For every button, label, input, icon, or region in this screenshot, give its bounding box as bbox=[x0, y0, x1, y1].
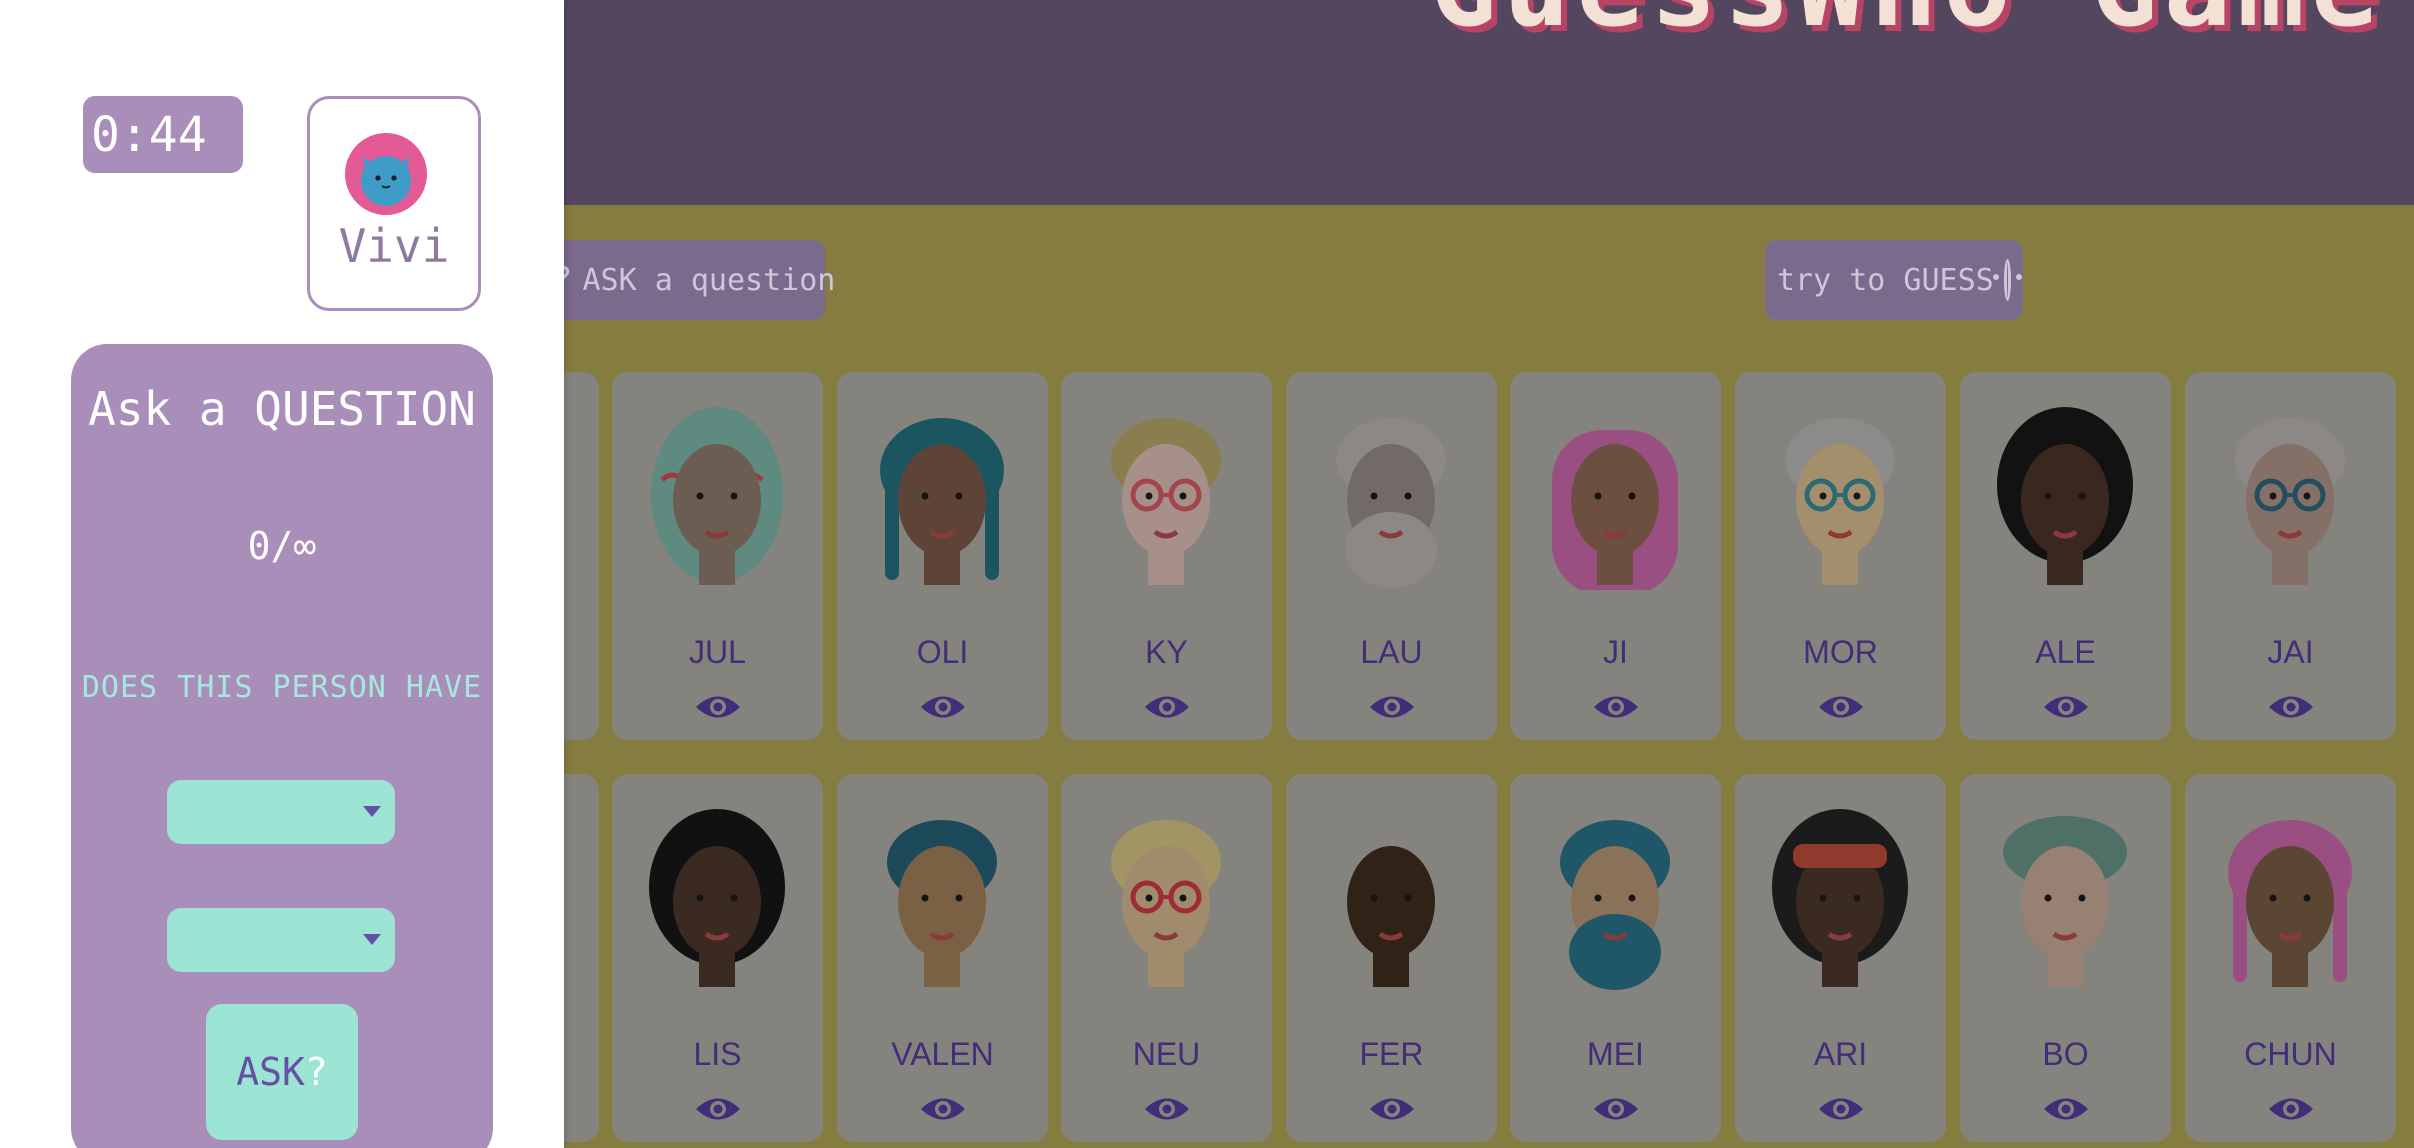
eye-icon bbox=[2268, 1098, 2313, 1120]
character-card[interactable]: CHUN bbox=[2185, 774, 2396, 1142]
question-sidebar: 0:44 Vivi Ask a QUESTION 0/∞ DOES THIS P… bbox=[0, 0, 564, 1148]
character-card[interactable]: LAU bbox=[1286, 372, 1497, 740]
character-portrait bbox=[1772, 809, 1908, 987]
character-portrait bbox=[1111, 820, 1221, 987]
character-portrait bbox=[1785, 418, 1895, 585]
character-name: OLI bbox=[916, 634, 969, 670]
character-name: LAU bbox=[1360, 634, 1423, 670]
ask-question-label: ASK a question bbox=[582, 262, 836, 298]
character-card[interactable]: OLI bbox=[837, 372, 1048, 740]
character-portrait bbox=[1336, 418, 1446, 588]
eye-icon bbox=[1593, 696, 1638, 718]
eye-icon bbox=[1369, 696, 1414, 718]
character-name: CHUN bbox=[2244, 1036, 2337, 1072]
eye-icon bbox=[1818, 1098, 1863, 1120]
character-card[interactable]: MEI bbox=[1510, 774, 1721, 1142]
eye-icon bbox=[1818, 696, 1863, 718]
character-portrait bbox=[1560, 820, 1670, 990]
character-name: JUL bbox=[689, 634, 746, 670]
eye-icon bbox=[1144, 1098, 1189, 1120]
character-card[interactable]: LIS bbox=[612, 774, 823, 1142]
character-name: FER bbox=[1359, 1036, 1424, 1072]
character-portrait bbox=[880, 418, 1004, 585]
character-name: MOR bbox=[1803, 634, 1878, 670]
character-name: KY bbox=[1145, 634, 1188, 670]
smiley-icon bbox=[1992, 259, 2023, 301]
question-panel: Ask a QUESTION 0/∞ DOES THIS PERSON HAVE… bbox=[71, 344, 493, 1148]
game-title: GuessWho Game bbox=[1429, 0, 2384, 52]
character-portrait bbox=[2228, 820, 2352, 987]
question-count: 0/∞ bbox=[247, 524, 317, 568]
try-to-guess-label: try to GUESS bbox=[1777, 262, 1994, 298]
character-card[interactable]: NEU bbox=[1061, 774, 1272, 1142]
character-name: JI bbox=[1603, 634, 1628, 670]
character-name: LIS bbox=[693, 1036, 742, 1072]
character-name: NEU bbox=[1132, 1036, 1201, 1072]
character-card[interactable]: KY bbox=[1061, 372, 1272, 740]
feature-dropdown[interactable] bbox=[167, 780, 395, 844]
character-card[interactable]: JI bbox=[1510, 372, 1721, 740]
character-name: VALEN bbox=[891, 1036, 994, 1072]
player-card: Vivi bbox=[307, 96, 481, 311]
character-card[interactable]: VALEN bbox=[837, 774, 1048, 1142]
ask-submit-label: ASK bbox=[236, 1050, 305, 1094]
character-portrait bbox=[2235, 418, 2345, 585]
player-name: Vivi bbox=[338, 219, 450, 273]
chevron-down-icon bbox=[363, 806, 381, 817]
character-card[interactable]: JUL bbox=[612, 372, 823, 740]
character-name: ARI bbox=[1813, 1036, 1868, 1072]
character-portrait bbox=[887, 820, 997, 987]
eye-icon bbox=[1593, 1098, 1638, 1120]
value-dropdown[interactable] bbox=[167, 908, 395, 972]
chevron-down-icon bbox=[363, 934, 381, 945]
character-name: MEI bbox=[1587, 1036, 1644, 1072]
eye-icon bbox=[695, 1098, 740, 1120]
character-card[interactable]: BO bbox=[1960, 774, 2171, 1142]
character-name: JAI bbox=[2267, 634, 2314, 670]
character-portrait bbox=[1552, 430, 1678, 590]
ask-submit-button[interactable]: ASK? bbox=[206, 1004, 358, 1140]
character-portrait bbox=[1111, 418, 1221, 585]
character-card[interactable]: ARI bbox=[1735, 774, 1946, 1142]
eye-icon bbox=[920, 1098, 965, 1120]
character-card[interactable]: FER bbox=[1286, 774, 1497, 1142]
character-portrait bbox=[1347, 846, 1435, 987]
character-portrait bbox=[2003, 816, 2127, 987]
question-panel-title: Ask a QUESTION bbox=[88, 382, 476, 436]
question-prompt: DOES THIS PERSON HAVE bbox=[81, 670, 483, 705]
character-card[interactable]: JAI bbox=[2185, 372, 2396, 740]
eye-icon bbox=[1144, 696, 1189, 718]
character-name: BO bbox=[2042, 1036, 2089, 1072]
character-portrait bbox=[1997, 407, 2133, 585]
eye-icon bbox=[1369, 1098, 1414, 1120]
eye-icon bbox=[2268, 696, 2313, 718]
character-name: ALE bbox=[2035, 634, 2096, 670]
eye-icon bbox=[2043, 1098, 2088, 1120]
timer: 0:44 bbox=[83, 96, 243, 173]
character-card[interactable]: MOR bbox=[1735, 372, 1946, 740]
try-to-guess-button[interactable]: try to GUESS bbox=[1765, 240, 2023, 320]
player-avatar-icon bbox=[345, 133, 427, 215]
eye-icon bbox=[920, 696, 965, 718]
character-portrait bbox=[649, 809, 785, 987]
question-mark: ? bbox=[304, 1050, 328, 1094]
eye-icon bbox=[2043, 696, 2088, 718]
eye-icon bbox=[695, 696, 740, 718]
ask-question-button[interactable]: ? ASK a question bbox=[540, 240, 835, 320]
character-portrait bbox=[651, 407, 783, 585]
character-card[interactable]: ALE bbox=[1960, 372, 2171, 740]
